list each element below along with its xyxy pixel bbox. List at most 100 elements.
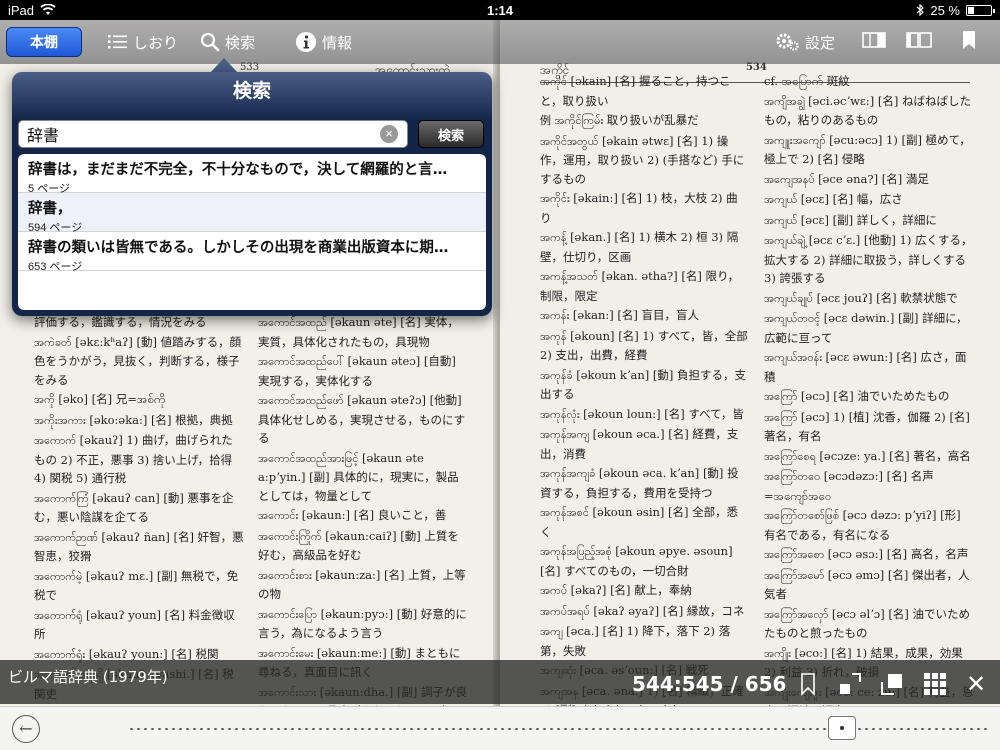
entry-headword: အကို — [34, 393, 59, 406]
entry-headword: အကြော်တစော်ဖြစ် — [764, 509, 843, 522]
device-name: iPad — [8, 2, 35, 18]
bookshelf-button[interactable]: 本棚 — [6, 27, 82, 57]
add-bookmark-icon[interactable] — [796, 672, 820, 696]
entry-headword: အကျိုး — [764, 646, 795, 660]
dictionary-entry: အကောက်ဉာဏ် [əkauʔ ñan] [名] 奸智，悪智恵，狡猾 — [34, 528, 244, 566]
bookmark-icon[interactable] — [962, 30, 976, 54]
shrink-icon[interactable] — [838, 672, 862, 696]
dictionary-entry: အကုန်ခံ [əkoun kʼan] [動] 負担する，支出する — [540, 366, 748, 404]
bookmarks-label: しおり — [133, 34, 179, 52]
entry-headword: အကိုင်အတွယ် — [540, 134, 602, 148]
entry-definition: [əkaun:] [名] 良いこと，善 — [301, 508, 447, 522]
two-page-layout-icon[interactable] — [862, 32, 886, 52]
entry-headword: အကြော်စေရ — [764, 449, 820, 463]
dictionary-entry: အကောင်းကြိုက် [əkaun:caiʔ] [動] 上質を好む，高級品… — [258, 527, 468, 565]
entry-definition: [əcɔ əsɔ:] [名] 高名，名声 — [827, 547, 969, 561]
entry-headword: အကုန်အကျ — [540, 428, 593, 441]
entry-definition: [əkaʔ əyaʔ] [名] 縁故，コネ — [593, 603, 745, 618]
entry-headword: အကန့် — [540, 231, 571, 244]
search-popover: 検索 × 検索 辞書は，まだまだ不完全，不十分なもので，決して網羅的と言… 5 … — [12, 72, 492, 316]
info-label: 情報 — [322, 34, 353, 52]
page-spread-icon[interactable] — [906, 32, 932, 52]
entry-headword: အကောင်းမေး — [258, 646, 317, 660]
entry-headword: အကောက်ကြံ — [34, 491, 93, 505]
search-result-item[interactable]: 辞書は，まだまだ不完全，不十分なもので，決して網羅的と言… 5 ページ — [18, 154, 486, 195]
entry-definition: [əkauʔ youn:] [名] 税関 — [88, 646, 219, 661]
search-result-text: 辞書は，まだまだ不完全，不十分なもので，決して網羅的と言… — [28, 162, 448, 178]
entry-headword: အကောင်းကြိုက် — [258, 529, 326, 543]
search-result-page: 653 ページ — [28, 261, 83, 273]
bluetooth-icon — [916, 4, 925, 16]
entry-headword: အကြော်အမော် — [764, 568, 828, 582]
back-button[interactable]: ← — [12, 715, 40, 743]
dictionary-entry: အကန်း [əkan:] [名] 盲目，盲人 — [540, 306, 748, 326]
entry-headword: အကန့်အသတ် — [540, 270, 602, 283]
dictionary-entry: အကြော်အစော [əcɔ əsɔ:] [名] 高名，名声 — [764, 545, 974, 565]
entry-headword: အကိုးအကား — [34, 413, 90, 427]
dictionary-entry: အကောင်အထည်ပေါ် [əkaun əteɔ] [自動] 実現する，実体… — [258, 352, 468, 390]
entry-headword: အကောက် — [34, 434, 80, 447]
left-page-column-2: အကောင်အထည် [əkaun əte] [名] 実体，実質，具体化されたも… — [258, 313, 468, 706]
entry-headword: အကုန်အပြည့်အစုံ — [540, 545, 616, 558]
entry-headword: အကုန်အစင် — [540, 506, 593, 519]
dictionary-entry: အကြော်စေရ [əcɔze: ya.] [名] 著名，高名 — [764, 447, 974, 467]
entry-headword: အကိုင်း — [540, 192, 574, 205]
dictionary-entry: အကို [əko] [名] 兄=အစ်ကို — [34, 390, 244, 410]
list-icon — [108, 35, 127, 49]
dictionary-entry: အကုန်လုံး [əkoun loun:] [名] すべて，皆 — [540, 405, 748, 425]
dictionary-entry: အကျယ်အဝန်း [əcɛ əwun:] [名] 広さ，面積 — [764, 348, 974, 386]
entry-headword: အကျူးအကျော် — [764, 133, 830, 147]
search-result-item[interactable]: 辞書の類いは皆無である。しかしその出現を商業出版資本に期… 653 ページ — [18, 232, 486, 273]
entry-headword: အကုန်ခံ — [540, 368, 577, 382]
search-popover-title: 検索 — [232, 81, 271, 102]
dictionary-entry: အကျူးအကျော် [əcu:əcɔ] 1) [副] 極めて，極上で 2) … — [764, 131, 974, 169]
dictionary-entry: cf. အပြောက် 斑紋 — [764, 72, 974, 91]
search-button[interactable]: 検索 — [190, 27, 265, 57]
entry-definition: [əcɛ] [副] 詳しく，詳細に — [800, 212, 937, 227]
entry-definition: [əce əna?] [名] 満足 — [818, 171, 929, 186]
entry-definition: [əcɛ] [名] 幅，広さ — [800, 192, 903, 206]
gear-icon — [776, 33, 799, 51]
dictionary-entry: အကောင်အထည်ဖော် [əkaun əteʔɔ] [他動] 具体化せしめ… — [258, 391, 468, 448]
right-page[interactable]: အကိုင် 534 အကိုင် [əkain] [名] 握ること，持つこと，… — [500, 20, 1000, 706]
bookmarks-button[interactable]: しおり — [98, 27, 188, 57]
dictionary-entry: အကြော်အလှော် [əcɔ əlʼɔ] [名] 油でいためたものと煎った… — [764, 605, 974, 643]
top-toolbar: 本棚 しおり 検索 情報 設定 — [0, 20, 1000, 64]
entry-headword: အကြော်တဝေ — [764, 470, 824, 483]
grid-view-icon[interactable] — [923, 672, 947, 696]
page-slider-track[interactable] — [128, 728, 988, 730]
dictionary-entry: အကိုင် [əkain] [名] 握ること，持つこと，取り扱い — [540, 72, 748, 110]
dictionary-entry: အကုန်အစင် [əkoun əsin] [名] 全部，悉く — [540, 503, 748, 541]
dictionary-entry: အကုန်အပြည့်အစုံ [əkoun əpye. əsoun] [名] … — [540, 542, 748, 580]
search-submit-button[interactable]: 検索 — [418, 120, 484, 148]
entry-headword: အကျယ် — [764, 193, 801, 206]
dictionary-entry: အကောက်ကြံ [əkauʔ can] [動] 悪事を企む，悪い陰謀を企てる — [34, 489, 244, 527]
entry-headword: အကောက်ရုံး — [34, 647, 89, 661]
close-icon[interactable]: ✕ — [966, 672, 990, 696]
entry-headword: 例 အကိုင်ကြမ်း — [540, 114, 607, 127]
dictionary-entry: အကိုင်အတွယ် [əkain ətwɛ] [名] 1) 操作，運用，取り… — [540, 132, 748, 189]
entry-definition: cf. အပြောက် 斑紋 — [764, 74, 850, 88]
entry-headword: အကပ်အရပ် — [540, 604, 594, 618]
settings-label: 設定 — [805, 34, 836, 52]
page-slider-thumb[interactable] — [828, 716, 856, 740]
clear-icon[interactable]: × — [380, 125, 398, 143]
page-counter: 544:545 / 656 — [632, 672, 787, 696]
fullscreen-icon[interactable] — [880, 672, 904, 696]
battery-icon — [966, 4, 995, 16]
dictionary-entry: အကန့်အသတ် [əkan. ətha?] [名] 限り，制限，限定 — [540, 267, 748, 305]
info-button[interactable]: 情報 — [285, 27, 362, 57]
entry-definition: [əko:əka:] [名] 根拠，典拠 — [89, 412, 233, 427]
dictionary-entry: အကုန်အကျခံ [əkoun əca. kʼan] [動] 投資する，負担… — [540, 464, 748, 502]
search-result-text: 辞書の類いは皆無である。しかしその出現を商業出版資本に期… — [28, 240, 449, 256]
entry-definition: [əcɔze: ya.] [名] 著名，高名 — [819, 448, 971, 463]
entry-headword: အကန်း — [540, 309, 573, 322]
entry-headword: အကျယ် — [764, 213, 801, 227]
search-input[interactable] — [18, 120, 408, 148]
search-result-item[interactable]: 辞書， 594 ページ — [18, 193, 486, 234]
dictionary-entry: အကိုးအကား [əko:əka:] [名] 根拠，典拠 — [34, 411, 244, 431]
entry-headword: အကျယ်တဝင့် — [764, 312, 824, 325]
settings-button[interactable]: 設定 — [766, 27, 845, 57]
entry-headword: အကျေအနပ် — [764, 172, 819, 186]
dictionary-entry: အကြော်အမော် [əcɔ əmɔ] [名] 傑出者，人気者 — [764, 566, 974, 604]
